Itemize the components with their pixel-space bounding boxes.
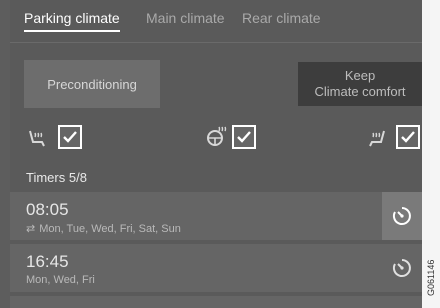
figure-code: G061146 <box>426 259 436 297</box>
steering-wheel-heat-icon <box>206 125 228 147</box>
timer-icon <box>392 259 411 277</box>
timer-toggle-button[interactable] <box>382 192 422 240</box>
tab-parking-climate-label: Parking climate <box>24 10 120 26</box>
timer-row-partial <box>10 296 422 308</box>
active-tab-indicator <box>24 30 120 32</box>
timer-time: 16:45 <box>26 252 69 271</box>
timer-days: Mon, Wed, Fri <box>26 274 95 286</box>
timer-toggle-button[interactable] <box>382 244 422 292</box>
heated-seat-left-checkbox[interactable] <box>58 125 82 149</box>
heated-seat-icon <box>366 127 388 149</box>
repeat-icon: ⇄ <box>26 223 36 235</box>
heated-seat-right-checkbox[interactable] <box>396 125 420 149</box>
timer-icon <box>392 207 411 225</box>
timer-days: ⇄ Mon, Tue, Wed, Fri, Sat, Sun <box>26 222 181 235</box>
timer-days-text: Mon, Tue, Wed, Fri, Sat, Sun <box>39 223 181 235</box>
heated-seat-icon <box>26 127 48 149</box>
tab-main-climate[interactable]: Main climate <box>146 10 225 26</box>
preconditioning-label: Preconditioning <box>47 76 137 92</box>
checkmark-icon <box>401 131 415 143</box>
preconditioning-button[interactable]: Preconditioning <box>24 60 160 108</box>
keep-label-line1: Keep <box>344 68 376 83</box>
checkmark-icon <box>63 131 77 143</box>
tab-parking-climate[interactable]: Parking climate <box>24 10 120 32</box>
tab-divider <box>10 42 422 43</box>
timer-time: 08:05 <box>26 200 69 219</box>
timer-row[interactable]: 08:05 ⇄ Mon, Tue, Wed, Fri, Sat, Sun <box>10 192 422 240</box>
keep-label-line2: Climate comfort <box>314 84 406 99</box>
climate-screen: Parking climate Main climate Rear climat… <box>10 0 422 308</box>
tab-rear-climate[interactable]: Rear climate <box>242 10 321 26</box>
steering-wheel-heat-checkbox[interactable] <box>232 125 256 149</box>
timer-row[interactable]: 16:45 Mon, Wed, Fri <box>10 244 422 292</box>
tab-rear-climate-label: Rear climate <box>242 10 321 26</box>
tab-main-climate-label: Main climate <box>146 10 225 26</box>
timers-header: Timers 5/8 <box>26 170 87 185</box>
keep-climate-comfort-button[interactable]: Keep Climate comfort <box>298 62 422 106</box>
checkmark-icon <box>237 131 251 143</box>
